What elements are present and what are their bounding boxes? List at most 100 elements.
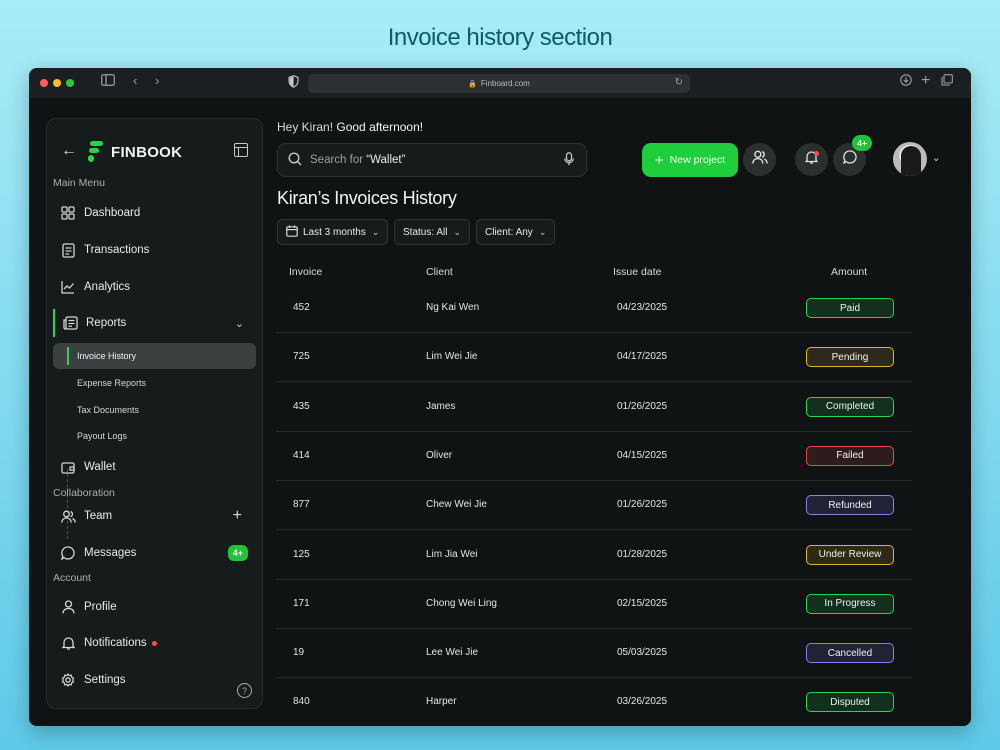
table-row[interactable]: 435 James 01/26/2025 Completed bbox=[276, 383, 912, 432]
browser-titlebar: ‹ › 🔒 Finboard.com ↻ + bbox=[29, 68, 971, 98]
help-icon[interactable]: ? bbox=[237, 683, 252, 698]
sidebar-item-team[interactable]: Team + bbox=[53, 502, 256, 530]
client-name: Lim Wei Jie bbox=[426, 351, 478, 363]
close-window-button[interactable] bbox=[40, 79, 48, 87]
messages-count-badge: 4+ bbox=[852, 135, 872, 151]
invoice-number: 125 bbox=[293, 548, 310, 560]
status-badge: In Progress bbox=[806, 593, 894, 614]
sidebar-item-label: Messages bbox=[84, 547, 137, 559]
sidebar-item-settings[interactable]: Settings bbox=[53, 666, 256, 694]
team-button[interactable] bbox=[743, 143, 776, 176]
maximize-window-button[interactable] bbox=[66, 79, 74, 87]
status-badge: Paid bbox=[806, 298, 894, 318]
search-input[interactable]: Search for “Wallet” bbox=[277, 143, 587, 177]
status-badge: Failed bbox=[806, 445, 894, 466]
table-row[interactable]: 452 Ng Kai Wen 04/23/2025 Paid bbox=[276, 284, 912, 333]
message-icon bbox=[842, 150, 857, 169]
client-name: Oliver bbox=[426, 449, 453, 461]
new-tab-icon[interactable]: + bbox=[921, 72, 930, 90]
table-row[interactable]: 171 Chong Wei Ling 02/15/2025 In Progress bbox=[276, 580, 912, 629]
sidebar-item-reports[interactable]: Reports ⌄ bbox=[53, 309, 256, 337]
back-arrow-icon[interactable]: ← bbox=[61, 142, 77, 160]
mic-icon[interactable] bbox=[564, 151, 574, 169]
greeting-name: Hey Kiran! bbox=[277, 120, 334, 134]
issue-date: 01/28/2025 bbox=[617, 548, 668, 560]
tabs-overview-icon[interactable] bbox=[941, 74, 953, 89]
table-row[interactable]: 125 Lim Jia Wei 01/28/2025 Under Review bbox=[276, 531, 912, 580]
filter-client[interactable]: Client: Any ⌄ bbox=[476, 219, 556, 245]
messages-button[interactable]: 4+ bbox=[833, 135, 872, 176]
brand-logo[interactable]: FINBOOK bbox=[87, 141, 182, 163]
filter-date-range[interactable]: Last 3 months ⌄ bbox=[277, 219, 389, 245]
issue-date: 02/15/2025 bbox=[617, 597, 668, 609]
sidebar-item-analytics[interactable]: Analytics bbox=[53, 273, 256, 301]
chevron-down-icon: ⌄ bbox=[453, 226, 462, 237]
sidebar-item-messages[interactable]: Messages 4+ bbox=[53, 539, 256, 567]
filter-label: Client: Any bbox=[485, 226, 533, 238]
submenu-item-payout-logs[interactable]: Payout Logs bbox=[53, 423, 256, 449]
sidebar-item-label: Wallet bbox=[84, 461, 116, 473]
table-row[interactable]: 877 Chew Wei Jie 01/26/2025 Refunded bbox=[276, 481, 912, 531]
minimize-window-button[interactable] bbox=[53, 79, 61, 87]
issue-date: 04/17/2025 bbox=[617, 351, 668, 363]
search-icon bbox=[288, 151, 302, 169]
column-header-amount[interactable]: Amount bbox=[831, 266, 867, 278]
finbook-logo-icon bbox=[87, 141, 103, 163]
reload-icon[interactable]: ↻ bbox=[675, 77, 683, 88]
chevron-down-icon[interactable]: ⌄ bbox=[932, 153, 940, 164]
lock-icon: 🔒 bbox=[468, 80, 477, 88]
back-nav-icon[interactable]: ‹ bbox=[133, 73, 137, 88]
sidebar-item-notifications[interactable]: Notifications bbox=[53, 629, 256, 657]
sidebar-item-transactions[interactable]: Transactions bbox=[53, 236, 256, 264]
search-placeholder-prefix: Search for bbox=[310, 154, 364, 166]
sidebar-item-wallet[interactable]: Wallet bbox=[53, 453, 256, 481]
column-header-issue-date[interactable]: Issue date bbox=[613, 266, 661, 278]
new-project-button[interactable]: + New project bbox=[642, 143, 738, 177]
search-placeholder: Search for “Wallet” bbox=[310, 154, 405, 166]
sidebar-item-dashboard[interactable]: Dashboard bbox=[53, 199, 256, 227]
notifications-button[interactable] bbox=[795, 143, 828, 176]
status-badge: Pending bbox=[806, 347, 894, 368]
sidebar-item-label: Analytics bbox=[84, 281, 131, 293]
forward-nav-icon[interactable]: › bbox=[155, 73, 159, 88]
invoice-number: 840 bbox=[293, 696, 310, 708]
add-team-member-icon[interactable]: + bbox=[233, 507, 242, 525]
status-badge: Disputed bbox=[806, 692, 894, 713]
sidebar-toggle-icon[interactable] bbox=[101, 74, 115, 89]
chevron-down-icon[interactable]: ⌄ bbox=[235, 317, 244, 330]
status-badge: Completed bbox=[806, 396, 894, 417]
address-bar[interactable]: 🔒 Finboard.com ↻ bbox=[308, 74, 690, 93]
download-icon[interactable] bbox=[900, 74, 912, 89]
sidebar-item-label: Settings bbox=[84, 674, 126, 686]
table-row[interactable]: 725 Lim Wei Jie 04/17/2025 Pending bbox=[276, 333, 912, 383]
wallet-icon bbox=[60, 459, 76, 475]
invoice-number: 414 bbox=[293, 449, 310, 461]
sidebar-item-label: Dashboard bbox=[84, 207, 141, 219]
submenu-item-tax-documents[interactable]: Tax Documents bbox=[53, 397, 256, 423]
submenu-item-expense-reports[interactable]: Expense Reports bbox=[53, 370, 256, 396]
sidebar: ← FINBOOK Main Menu Dashboard Transactio… bbox=[46, 118, 263, 709]
users-icon bbox=[60, 508, 76, 524]
sidebar-item-profile[interactable]: Profile bbox=[53, 593, 256, 621]
table-row[interactable]: 19 Lee Wei Jie 05/03/2025 Cancelled bbox=[276, 629, 912, 679]
sidebar-header: ← FINBOOK bbox=[47, 141, 262, 165]
filter-status[interactable]: Status: All ⌄ bbox=[394, 219, 471, 245]
calendar-icon bbox=[286, 225, 298, 240]
invoice-number: 171 bbox=[293, 597, 310, 609]
column-header-client[interactable]: Client bbox=[426, 266, 453, 278]
issue-date: 01/26/2025 bbox=[617, 400, 668, 412]
invoice-number: 435 bbox=[293, 400, 310, 412]
column-header-invoice[interactable]: Invoice bbox=[289, 266, 322, 278]
table-row[interactable]: 414 Oliver 04/15/2025 Failed bbox=[276, 432, 912, 481]
message-icon bbox=[60, 545, 76, 561]
table-row[interactable]: 840 Harper 03/26/2025 Disputed bbox=[276, 678, 912, 726]
greeting-time: Good afternoon! bbox=[336, 120, 424, 134]
gear-icon bbox=[60, 672, 76, 688]
submenu-item-invoice-history[interactable]: Invoice History bbox=[53, 343, 256, 369]
bell-icon bbox=[60, 635, 76, 651]
collapse-sidebar-icon[interactable] bbox=[234, 143, 248, 157]
shield-icon[interactable] bbox=[288, 75, 299, 91]
avatar[interactable] bbox=[893, 142, 927, 176]
client-name: James bbox=[426, 400, 456, 412]
section-account: Account bbox=[53, 572, 91, 584]
